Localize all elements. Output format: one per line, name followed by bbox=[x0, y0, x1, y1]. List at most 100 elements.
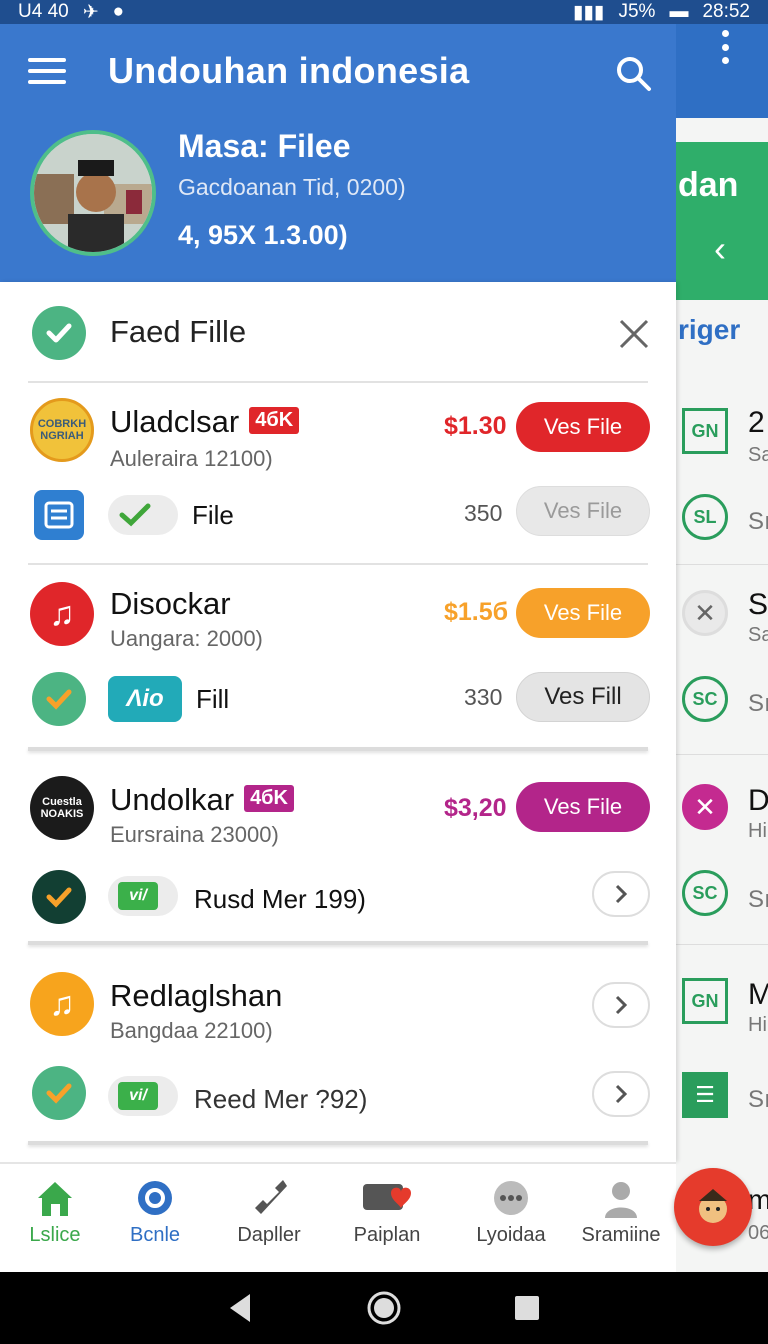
system-navigation-bar bbox=[0, 1272, 768, 1344]
vi-toggle[interactable]: vi/ bbox=[108, 1076, 178, 1116]
nav-label: Paiplan bbox=[353, 1224, 421, 1246]
view-file-button[interactable]: Ves File bbox=[516, 402, 650, 452]
gn-badge-icon: GN bbox=[682, 408, 728, 454]
background-link[interactable]: riger bbox=[678, 314, 740, 346]
bottom-navigation: Lslice Bcnle Dapller Paiplan Lyoidaa Sra… bbox=[0, 1162, 676, 1272]
bg-row-sub: Sı bbox=[748, 690, 768, 717]
bg-row-sub: Sı bbox=[748, 1086, 768, 1113]
more-vert-icon[interactable] bbox=[718, 30, 732, 64]
list-item[interactable]: Undolkar 4бK bbox=[110, 782, 294, 818]
sc-badge-icon: SC bbox=[682, 676, 728, 722]
item-name[interactable]: Redlaglshan bbox=[110, 978, 282, 1014]
menu-icon[interactable] bbox=[28, 58, 66, 84]
check-circle-icon bbox=[32, 870, 86, 924]
phone-icon bbox=[255, 1180, 287, 1214]
status-clock: 28:52 bbox=[702, 1, 750, 22]
chevron-right-icon[interactable] bbox=[592, 982, 650, 1028]
close-icon[interactable]: ✕ bbox=[682, 590, 728, 636]
bg-row-title: S bbox=[748, 588, 768, 621]
toggle-label: Rusd Mer 199) bbox=[194, 884, 366, 914]
close-icon[interactable] bbox=[616, 316, 652, 352]
quality-badge: 4бK bbox=[249, 407, 300, 434]
music-note-icon: ♫ bbox=[30, 972, 94, 1036]
sl-badge-icon: SL bbox=[682, 494, 728, 540]
floating-action-button[interactable] bbox=[674, 1168, 752, 1246]
nav-item-plan[interactable]: Paiplan bbox=[332, 1176, 442, 1247]
close-icon[interactable]: ✕ bbox=[682, 784, 728, 830]
home-button-icon[interactable] bbox=[366, 1290, 402, 1326]
bg-row-sub: Sa bbox=[748, 444, 768, 466]
view-file-button[interactable]: Ves File bbox=[516, 588, 650, 638]
recents-icon[interactable] bbox=[512, 1293, 542, 1323]
divider bbox=[28, 747, 648, 751]
home-icon bbox=[38, 1182, 72, 1216]
list-item[interactable]: Uladclsar 4бK bbox=[110, 404, 300, 440]
nav-item-dialer[interactable]: Dapller bbox=[214, 1176, 324, 1247]
divider bbox=[28, 941, 648, 945]
check-icon bbox=[119, 503, 151, 527]
search-icon[interactable] bbox=[614, 54, 652, 92]
nav-label: Bcnle bbox=[129, 1224, 181, 1246]
item-price: $1.30 bbox=[444, 412, 507, 440]
view-file-button[interactable]: Ves File bbox=[516, 486, 650, 536]
signal-icon: ▮▮▮ bbox=[573, 1, 605, 23]
chevron-right-icon[interactable] bbox=[592, 1071, 650, 1117]
love-badge-icon bbox=[363, 1184, 411, 1210]
bg-row-title: D bbox=[748, 784, 768, 817]
toggle-label: Reed Mer ?92) bbox=[194, 1084, 368, 1114]
back-icon[interactable] bbox=[226, 1291, 256, 1325]
file-list-panel: Faed Fille COBRKH NGRIAH Uladclsar 4бK Au… bbox=[0, 282, 676, 1162]
item-count: 350 bbox=[464, 500, 503, 526]
item-subtitle: Uangara: 2000) bbox=[110, 626, 263, 651]
view-file-button[interactable]: Ves Fill bbox=[516, 672, 650, 722]
divider bbox=[676, 754, 768, 755]
bg-row-sub: Hi bbox=[748, 820, 767, 842]
favorite-label: Faed Fille bbox=[110, 314, 247, 349]
status-bar: U4 40 ✈ ● ▮▮▮ J5% ▬ 28:52 bbox=[0, 0, 768, 24]
check-circle-icon bbox=[32, 306, 86, 360]
document-icon bbox=[34, 490, 84, 540]
file-toggle[interactable] bbox=[108, 495, 178, 535]
divider bbox=[676, 564, 768, 565]
toggle-label: File bbox=[192, 500, 234, 530]
item-logo: COBRKH NGRIAH bbox=[30, 398, 94, 462]
nav-item-home[interactable]: Lslice bbox=[0, 1176, 110, 1247]
item-name[interactable]: Disockar bbox=[110, 586, 231, 622]
item-count: 330 bbox=[464, 684, 503, 710]
item-name: Undolkar bbox=[110, 782, 235, 817]
battery-icon: ▬ bbox=[669, 1, 689, 22]
item-subtitle: Auleraira 12100) bbox=[110, 446, 273, 471]
background-screen: dan ‹ riger GN 2 Sa SL Sı ✕ S Sa SC Sı ✕… bbox=[676, 24, 768, 1274]
gear-icon bbox=[138, 1181, 172, 1215]
background-header-text: dan bbox=[678, 166, 739, 204]
check-circle-icon bbox=[32, 1066, 86, 1120]
chevron-right-icon[interactable] bbox=[592, 871, 650, 917]
item-name: Uladclsar bbox=[110, 404, 240, 439]
plane-icon: ✈ bbox=[82, 1, 99, 23]
app-notification-icon: ● bbox=[112, 1, 125, 22]
avatar[interactable] bbox=[30, 130, 156, 256]
nav-label: Dapller bbox=[237, 1224, 301, 1246]
gn-badge-icon: GN bbox=[682, 978, 728, 1024]
nav-item-profile[interactable]: Sramiine bbox=[566, 1176, 676, 1247]
vi-icon: vi/ bbox=[118, 882, 158, 910]
chevron-left-icon[interactable]: ‹ bbox=[714, 228, 726, 270]
quality-badge: 4бK bbox=[244, 785, 294, 812]
vi-toggle[interactable]: vi/ bbox=[108, 876, 178, 916]
person-icon bbox=[605, 1182, 637, 1218]
more-horiz-icon bbox=[494, 1181, 528, 1215]
bg-row-sub: Hi bbox=[748, 1014, 767, 1036]
divider bbox=[28, 1141, 648, 1145]
nav-label: Sramiine bbox=[581, 1224, 661, 1246]
background-header: dan ‹ bbox=[676, 142, 768, 300]
toggle-label: Fill bbox=[196, 684, 230, 714]
nav-label: Lyoidaa bbox=[476, 1224, 546, 1246]
nav-item-settings[interactable]: Bcnle bbox=[100, 1176, 210, 1247]
nav-item-more[interactable]: Lyoidaa bbox=[456, 1176, 566, 1247]
bg-row-sub: 06 bbox=[748, 1222, 768, 1244]
music-note-icon: ♫ bbox=[30, 582, 94, 646]
view-file-button[interactable]: Ves File bbox=[516, 782, 650, 832]
divider bbox=[28, 381, 648, 383]
app-title: Undouhan indonesia bbox=[108, 50, 470, 91]
item-logo: Cuestla NOAKIS bbox=[30, 776, 94, 840]
